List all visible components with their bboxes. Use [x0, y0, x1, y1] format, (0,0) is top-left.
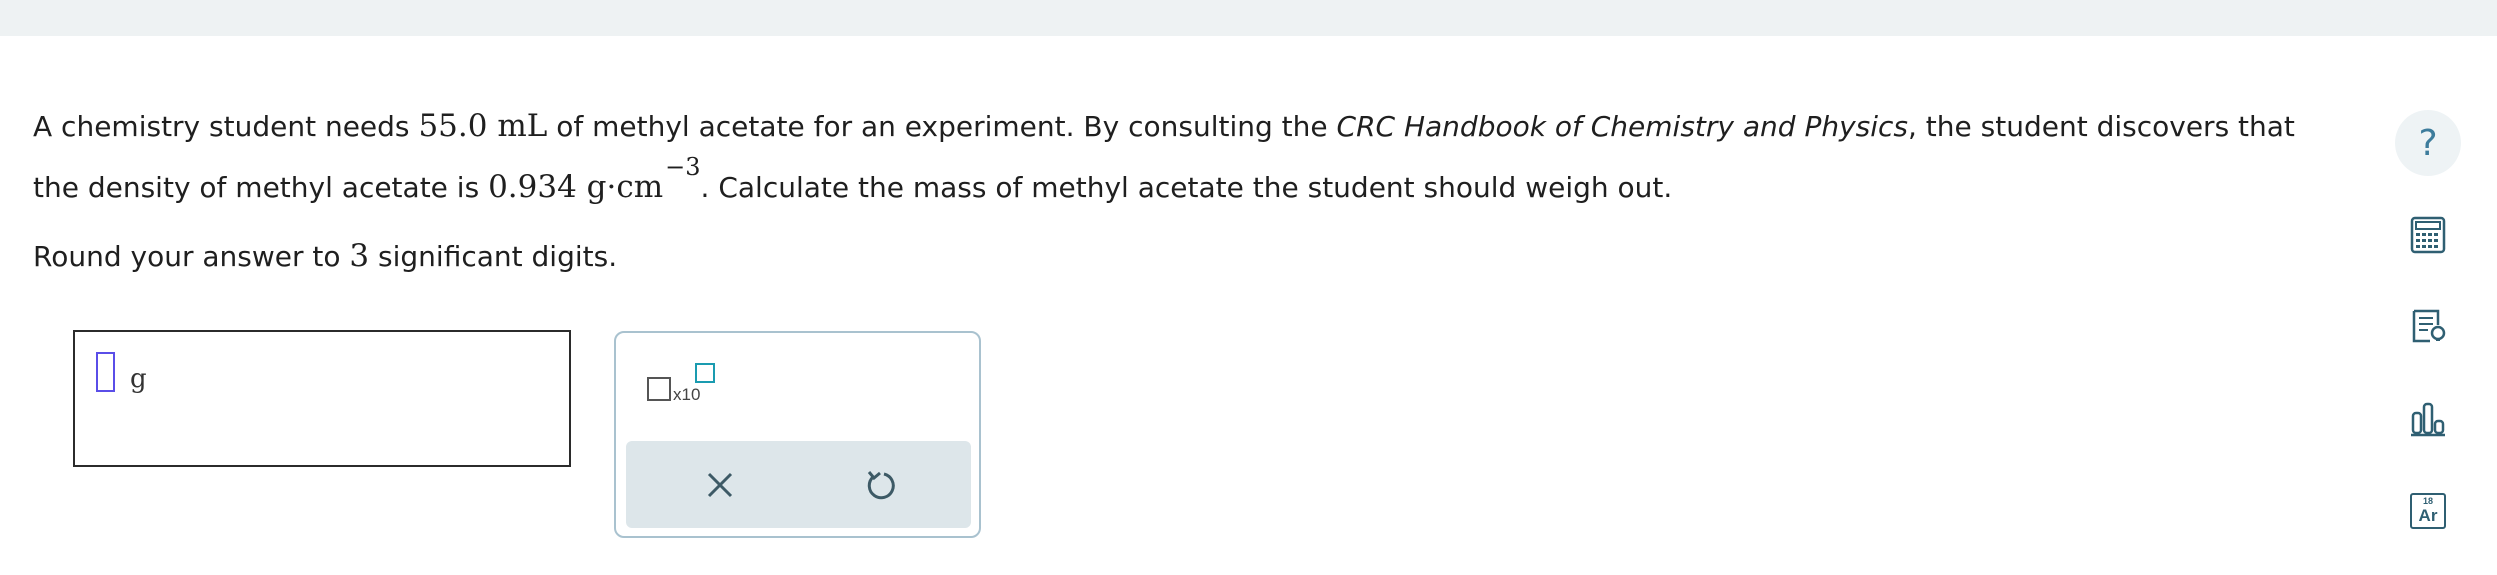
question-text: A chemistry student needs 55.0 mL of met…: [33, 96, 2333, 219]
answer-input-slot[interactable]: [96, 352, 115, 392]
answer-input-box[interactable]: g: [73, 330, 571, 467]
question-text-segment: . Calculate the mass of methyl acetate t…: [700, 171, 1673, 204]
question-text-segment: the density of methyl acetate is: [33, 171, 489, 204]
help-icon: ?: [2418, 122, 2438, 164]
volume-value: 55.0 mL: [418, 108, 548, 144]
undo-button[interactable]: [856, 461, 904, 509]
question-text-segment: A chemistry student needs: [33, 110, 419, 143]
exponent-box-icon: [695, 363, 715, 383]
mantissa-box-icon: [647, 377, 671, 401]
density-exponent: −3: [665, 153, 701, 181]
explanation-button[interactable]: [2395, 294, 2461, 360]
rounding-instruction: Round your answer to 3 significant digit…: [33, 232, 617, 281]
question-text-segment: , the student discovers that: [1908, 110, 2295, 143]
density-value: 0.934 g·cm: [488, 169, 664, 205]
question-text-segment: of methyl acetate for an experiment. By …: [547, 110, 1337, 143]
toolbox-action-bar: [626, 441, 971, 528]
data-chart-icon: [2411, 402, 2445, 437]
explanation-icon: [2412, 309, 2446, 343]
scientific-notation-button[interactable]: x10: [647, 363, 715, 413]
calculator-button[interactable]: [2395, 202, 2461, 268]
undo-icon: [867, 471, 895, 500]
sig-digits-value: 3: [349, 238, 370, 274]
instruction-text: Round your answer to: [33, 240, 350, 273]
top-bar: [0, 0, 2497, 36]
periodic-table-icon: 18 Ar: [2410, 493, 2446, 529]
data-chart-button[interactable]: [2395, 386, 2461, 452]
instruction-text: significant digits.: [369, 240, 618, 273]
close-icon: [707, 472, 733, 498]
element-symbol: Ar: [2418, 506, 2438, 525]
question-line-1: A chemistry student needs 55.0 mL of met…: [33, 96, 2333, 157]
help-button[interactable]: ?: [2395, 110, 2461, 176]
source-title: CRC Handbook of Chemistry and Physics: [1336, 110, 1908, 143]
math-toolbox: x10: [614, 331, 981, 538]
answer-unit: g: [130, 364, 147, 394]
question-line-2: the density of methyl acetate is 0.934 g…: [33, 153, 2333, 219]
clear-button[interactable]: [696, 461, 744, 509]
calculator-icon: [2410, 216, 2446, 254]
element-number: 18: [2422, 496, 2433, 506]
periodic-table-button[interactable]: 18 Ar: [2395, 478, 2461, 544]
x10-label: x10: [673, 385, 701, 404]
